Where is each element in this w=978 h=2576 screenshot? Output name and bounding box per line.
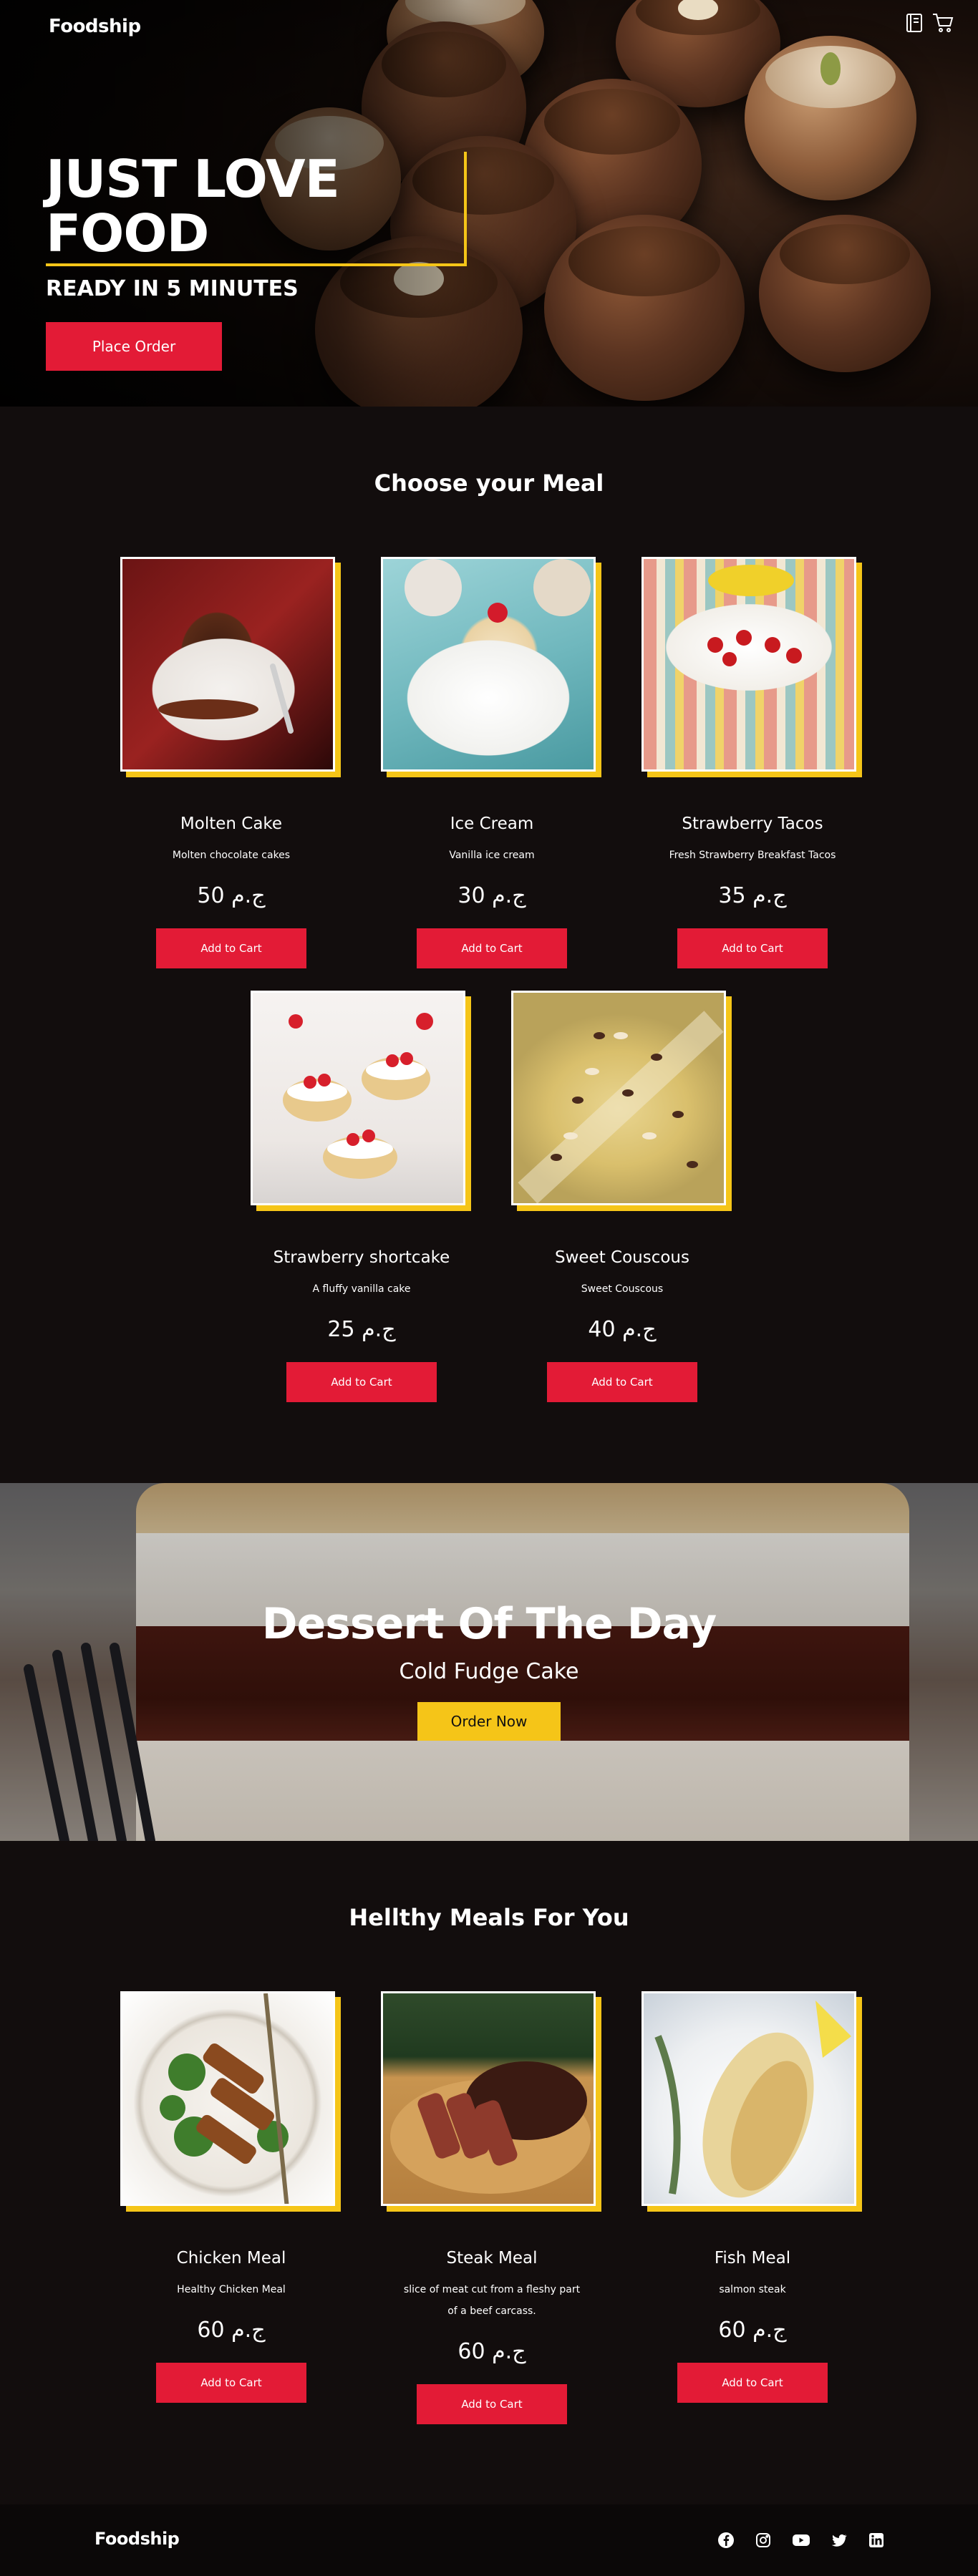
strawberry-shortcake-image <box>251 991 465 1205</box>
meals-section-title: Choose your Meal <box>374 470 604 497</box>
meal-description: slice of meat cut from a fleshy part of … <box>403 2284 581 2317</box>
add-to-cart-button[interactable]: Add to Cart <box>547 1362 697 1402</box>
add-to-cart-button[interactable]: Add to Cart <box>286 1362 437 1402</box>
meal-name: Molten Cake <box>180 815 283 833</box>
sweet-couscous-image <box>511 991 726 1205</box>
instagram-icon[interactable] <box>755 2532 772 2549</box>
header-icons <box>905 13 954 33</box>
linkedin-icon[interactable] <box>868 2532 885 2549</box>
strawberry-tacos-image <box>641 557 856 772</box>
healthy-card-fish-meal: Fish Meal salmon steak 60 ج.م Add to Car… <box>641 1991 863 2403</box>
hero-title-line1: JUST LOVE <box>46 149 340 209</box>
healthy-section-title: Hellthy Meals For You <box>349 1904 629 1931</box>
meal-price: 35 ج.م <box>718 883 787 908</box>
meal-price: 50 ج.م <box>197 883 266 908</box>
meal-price: 60 ج.م <box>718 2318 787 2343</box>
healthy-card-steak-meal: Steak Meal slice of meat cut from a fles… <box>381 1991 603 2424</box>
meal-name: Fish Meal <box>714 2249 791 2268</box>
hero-title-line2: FOOD <box>46 203 209 263</box>
add-to-cart-button[interactable]: Add to Cart <box>156 928 306 968</box>
meal-price: 40 ج.م <box>588 1317 657 1342</box>
youtube-icon[interactable] <box>792 2532 810 2549</box>
footer-brand-logo[interactable]: Foodship <box>95 2529 180 2549</box>
social-links <box>717 2532 885 2549</box>
meal-name: Strawberry shortcake <box>273 1248 450 1267</box>
meal-description: Sweet Couscous <box>581 1283 664 1295</box>
footer: Foodship <box>0 2504 978 2576</box>
fish-meal-image <box>641 1991 856 2206</box>
meal-name: Chicken Meal <box>176 2249 286 2268</box>
hero-subtitle: READY IN 5 MINUTES <box>46 276 299 301</box>
hero-frame-line <box>46 263 467 266</box>
hero-section: Foodship JUST LOVE FOOD READY IN 5 MINUT… <box>0 0 978 407</box>
twitter-icon[interactable] <box>831 2532 848 2549</box>
meal-card-ice-cream: Ice Cream Vanilla ice cream 30 ج.م Add t… <box>381 557 603 968</box>
meal-description: Fresh Strawberry Breakfast Tacos <box>669 850 836 861</box>
meal-price: 30 ج.م <box>457 883 526 908</box>
steak-meal-image <box>381 1991 596 2206</box>
ice-cream-image <box>381 557 596 772</box>
meal-name: Steak Meal <box>446 2249 538 2268</box>
meal-description: Healthy Chicken Meal <box>177 2284 286 2295</box>
order-now-button[interactable]: Order Now <box>417 1702 561 1741</box>
dessert-title: Dessert Of The Day <box>261 1599 717 1649</box>
menu-book-icon[interactable] <box>905 13 924 33</box>
meal-price: 60 ج.م <box>197 2318 266 2343</box>
meal-description: Vanilla ice cream <box>449 850 535 861</box>
facebook-icon[interactable] <box>717 2532 735 2549</box>
add-to-cart-button[interactable]: Add to Cart <box>417 2384 567 2424</box>
meal-card-molten-cake: Molten Cake Molten chocolate cakes 50 ج.… <box>120 557 342 968</box>
brand-logo[interactable]: Foodship <box>49 16 141 37</box>
place-order-button[interactable]: Place Order <box>46 322 222 371</box>
add-to-cart-button[interactable]: Add to Cart <box>417 928 567 968</box>
dessert-of-the-day-section: Dessert Of The Day Cold Fudge Cake Order… <box>0 1483 978 1841</box>
meal-description: A fluffy vanilla cake <box>312 1283 411 1295</box>
hero-title: JUST LOVE FOOD <box>46 152 475 261</box>
meal-price: 60 ج.م <box>457 2339 526 2364</box>
meal-card-sweet-couscous: Sweet Couscous Sweet Couscous 40 ج.م Add… <box>511 991 733 1402</box>
meal-name: Strawberry Tacos <box>682 815 823 833</box>
meal-card-strawberry-shortcake: Strawberry shortcake A fluffy vanilla ca… <box>251 991 473 1402</box>
meal-description: Molten chocolate cakes <box>172 850 291 861</box>
meal-name: Ice Cream <box>450 815 534 833</box>
add-to-cart-button[interactable]: Add to Cart <box>677 928 828 968</box>
cart-icon[interactable] <box>932 13 954 33</box>
meal-price: 25 ج.م <box>327 1317 396 1342</box>
hero-frame-line <box>464 152 467 265</box>
meal-description: salmon steak <box>719 2284 786 2295</box>
meal-card-strawberry-tacos: Strawberry Tacos Fresh Strawberry Breakf… <box>641 557 863 968</box>
meal-name: Sweet Couscous <box>554 1248 689 1267</box>
dessert-subtitle: Cold Fudge Cake <box>399 1659 579 1684</box>
molten-cake-image <box>120 557 335 772</box>
healthy-card-chicken-meal: Chicken Meal Healthy Chicken Meal 60 ج.م… <box>120 1991 342 2403</box>
chicken-meal-image <box>120 1991 335 2206</box>
add-to-cart-button[interactable]: Add to Cart <box>677 2363 828 2403</box>
add-to-cart-button[interactable]: Add to Cart <box>156 2363 306 2403</box>
